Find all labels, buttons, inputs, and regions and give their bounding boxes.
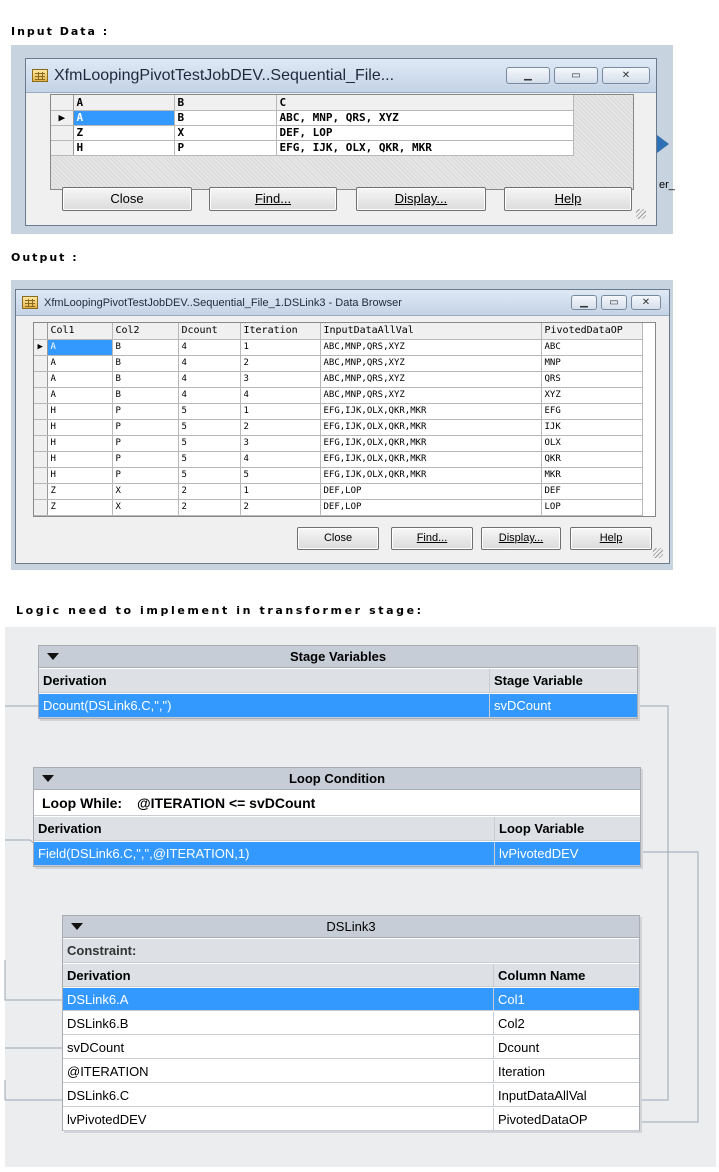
derivation-column-header[interactable]: Derivation: [63, 964, 493, 986]
stage-variables-header[interactable]: Stage Variables: [39, 646, 637, 668]
output-column-row[interactable]: DSLink6.A Col1: [63, 988, 639, 1011]
output-column-row[interactable]: @ITERATION Iteration: [63, 1060, 639, 1083]
link-line: [640, 851, 699, 1123]
output-column-row[interactable]: DSLink6.B Col2: [63, 1012, 639, 1035]
dslink3-header[interactable]: DSLink3: [63, 916, 639, 938]
derivation-column-header[interactable]: Derivation: [34, 817, 494, 840]
column-name-cell[interactable]: InputDataAllVal: [493, 1084, 639, 1106]
link-line: [4, 1080, 62, 1101]
derivation-cell[interactable]: Dcount(DSLink6.C,","): [39, 694, 489, 717]
derivation-cell[interactable]: DSLink6.C: [63, 1084, 493, 1106]
dslink3-column-header: Derivation Column Name: [63, 964, 639, 987]
column-name-cell[interactable]: Col2: [493, 1012, 639, 1034]
loop-while-row[interactable]: Loop While: @ITERATION <= svDCount: [34, 791, 640, 816]
derivation-cell[interactable]: DSLink6.B: [63, 1012, 493, 1034]
loop-condition-column-header: Derivation Loop Variable: [34, 817, 640, 841]
loop-condition-header[interactable]: Loop Condition: [34, 768, 640, 790]
stage-variable-column-header[interactable]: Stage Variable: [489, 669, 637, 692]
loop-variable-cell[interactable]: lvPivotedDEV: [494, 842, 640, 865]
constraint-label: Constraint:: [67, 943, 137, 958]
link-line: [638, 705, 669, 1101]
column-name-column-header[interactable]: Column Name: [493, 964, 639, 986]
stage-variables-title: Stage Variables: [289, 649, 387, 664]
output-column-row[interactable]: DSLink6.C InputDataAllVal: [63, 1084, 639, 1107]
dslink3-panel: DSLink3 Constraint: Derivation Column Na…: [62, 915, 640, 1131]
loop-while-expression[interactable]: @ITERATION <= svDCount: [133, 791, 640, 815]
stage-variable-cell[interactable]: svDCount: [489, 694, 637, 717]
loop-variable-column-header[interactable]: Loop Variable: [494, 817, 640, 840]
derivation-cell[interactable]: svDCount: [63, 1036, 493, 1058]
loop-condition-title: Loop Condition: [288, 771, 386, 786]
column-name-cell[interactable]: PivotedDataOP: [493, 1108, 639, 1130]
stage-variables-panel: Stage Variables Derivation Stage Variabl…: [38, 645, 638, 719]
output-column-row[interactable]: svDCount Dcount: [63, 1036, 639, 1059]
stage-variables-column-header: Derivation Stage Variable: [39, 669, 637, 693]
derivation-cell[interactable]: DSLink6.A: [63, 988, 493, 1010]
column-name-cell[interactable]: Dcount: [493, 1036, 639, 1058]
link-line: [4, 960, 62, 1001]
column-name-cell[interactable]: Iteration: [493, 1060, 639, 1082]
derivation-cell[interactable]: lvPivotedDEV: [63, 1108, 493, 1130]
dslink3-title: DSLink3: [326, 919, 376, 934]
derivation-cell[interactable]: Field(DSLink6.C,",",@ITERATION,1): [34, 842, 494, 865]
loop-while-label: Loop While:: [42, 795, 123, 811]
column-name-cell[interactable]: Col1: [493, 988, 639, 1010]
output-column-row[interactable]: lvPivotedDEV PivotedDataOP: [63, 1108, 639, 1131]
constraint-row[interactable]: Constraint:: [63, 939, 639, 963]
derivation-column-header[interactable]: Derivation: [39, 669, 489, 692]
loop-variable-row[interactable]: Field(DSLink6.C,",",@ITERATION,1) lvPivo…: [34, 842, 640, 866]
loop-condition-panel: Loop Condition Loop While: @ITERATION <=…: [33, 767, 641, 867]
stage-variable-row[interactable]: Dcount(DSLink6.C,",") svDCount: [39, 694, 637, 718]
derivation-cell[interactable]: @ITERATION: [63, 1060, 493, 1082]
